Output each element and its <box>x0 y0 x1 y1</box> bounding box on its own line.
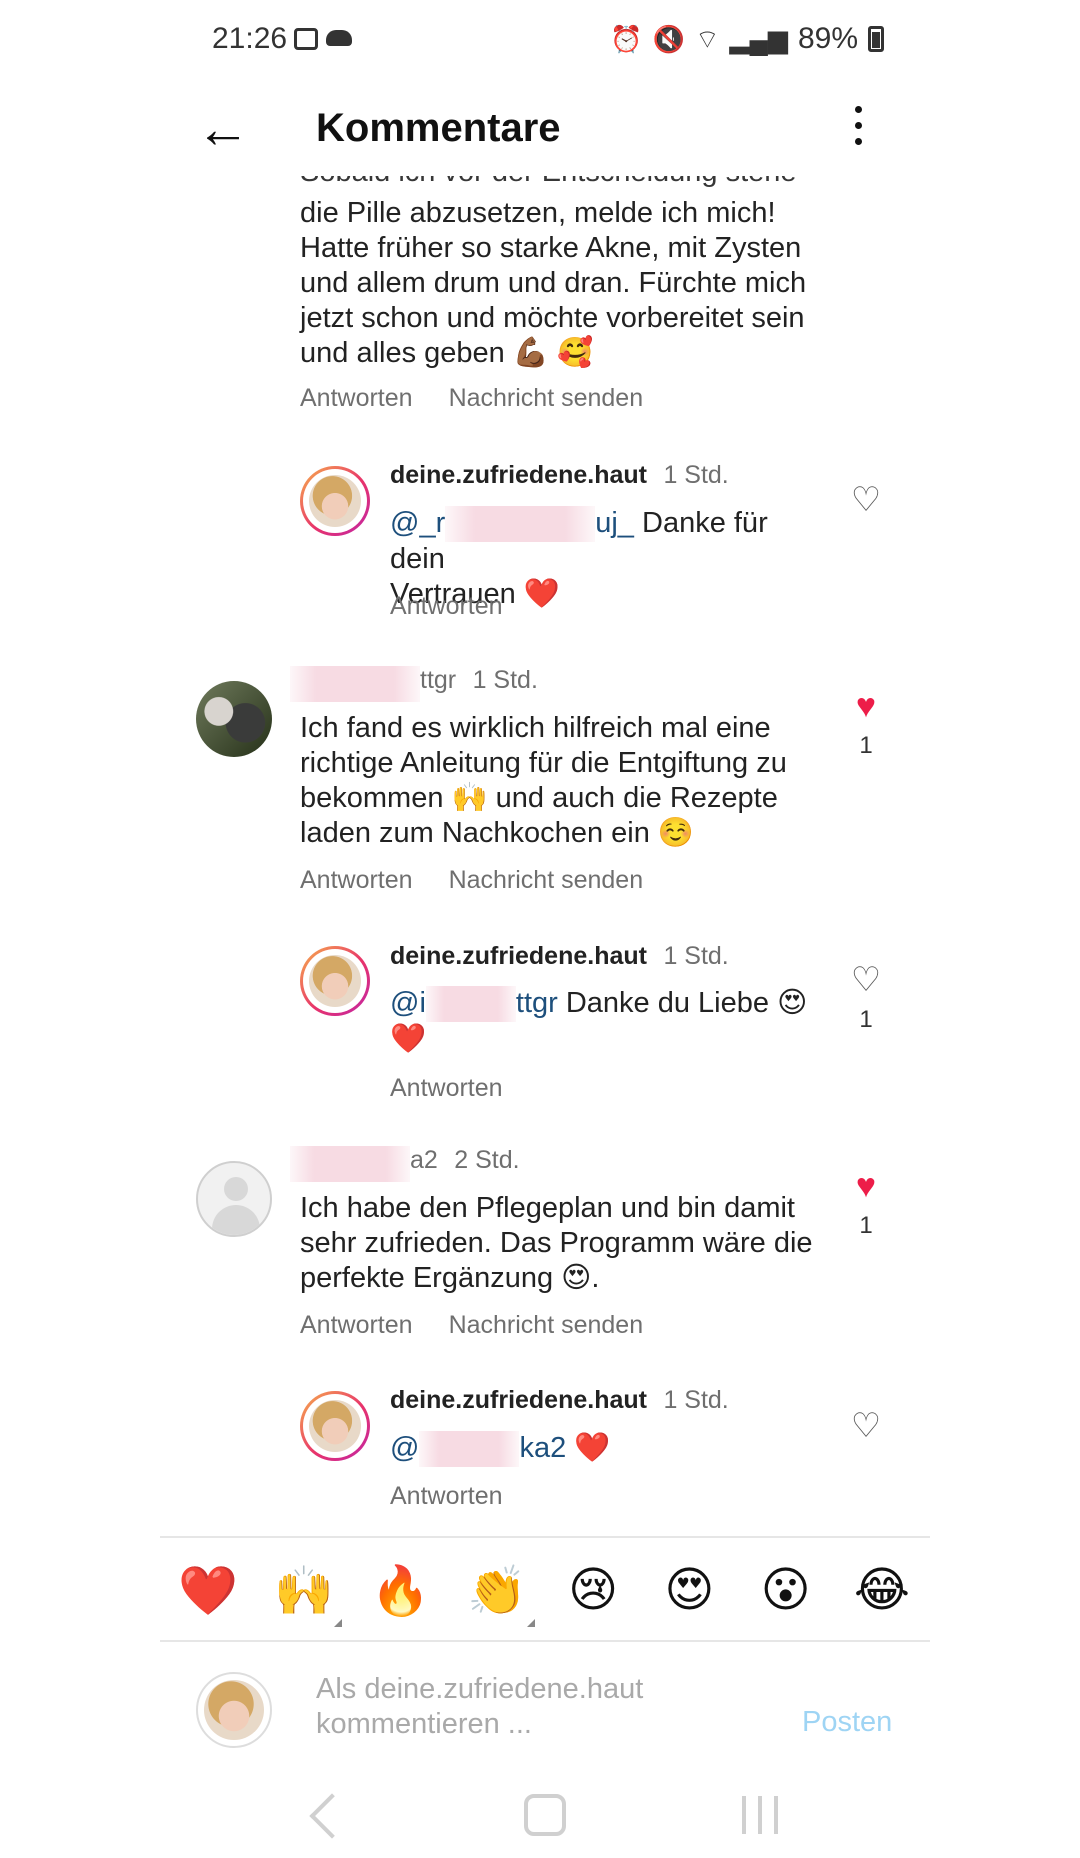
battery-icon <box>868 26 884 52</box>
comment-text: Ich habe den Pflegeplan und bin damit se… <box>300 1192 813 1294</box>
heart-outline-icon[interactable]: ♡ <box>846 480 886 520</box>
comment-header: deine.zufriedene.haut 1 Std. <box>390 461 729 490</box>
comment-actions: Antworten Nachricht senden <box>300 866 643 895</box>
alarm-icon: ⏰ <box>610 23 643 54</box>
header: ← Kommentare <box>0 84 1080 176</box>
emoji-clap[interactable]: 👏 <box>465 1562 535 1627</box>
heart-filled-icon[interactable]: ♥ <box>846 1166 886 1206</box>
timestamp: 2 Std. <box>454 1146 520 1175</box>
reply-actions: Antworten <box>390 1482 503 1511</box>
mention[interactable]: @ ka2 <box>390 1431 566 1468</box>
reply-text: @i ttgr Danke du Liebe 😍 ❤️ <box>390 986 808 1056</box>
emoji-quick-bar: ❤️ 🙌 🔥 👏 😢 😍 😮 😂 <box>160 1540 930 1640</box>
page-title: Kommentare <box>316 106 561 150</box>
back-nav-icon[interactable] <box>309 1793 355 1839</box>
reply-button[interactable]: Antworten <box>390 592 503 621</box>
wifi-icon: ⌔ <box>695 23 720 54</box>
avatar[interactable] <box>196 681 272 757</box>
emoji-fire[interactable]: 🔥 <box>369 1562 433 1619</box>
comment-text: die Pille abzusetzen, melde ich mich! Ha… <box>300 197 807 369</box>
post-button[interactable]: Posten <box>802 1706 892 1739</box>
comments-feed[interactable]: Sobald ich vor der Entscheidung stehe di… <box>0 176 1080 1536</box>
status-right: ⏰ 🔇 ⌔ ▂▄▆ 89% <box>610 22 884 56</box>
reply-button[interactable]: Antworten <box>300 1311 413 1340</box>
emoji-heart[interactable]: ❤️ <box>176 1562 240 1619</box>
username[interactable]: deine.zufriedene.haut <box>390 1386 647 1414</box>
gallery-icon <box>294 28 318 50</box>
home-nav-icon[interactable] <box>524 1794 566 1836</box>
heart-filled-icon[interactable]: ♥ <box>846 686 886 726</box>
cut-off-text: Sobald ich vor der Entscheidung stehe <box>300 176 797 189</box>
emoji-raised-hands[interactable]: 🙌 <box>272 1562 343 1627</box>
emoji-laughing[interactable]: 😂 <box>850 1562 914 1618</box>
comment-input[interactable]: Als deine.zufriedene.haut kommentieren .… <box>316 1672 656 1742</box>
comment-composer: Als deine.zufriedene.haut kommentieren .… <box>0 1648 1080 1758</box>
username[interactable]: deine.zufriedene.haut <box>390 461 647 489</box>
signal-icon: ▂▄▆ <box>729 23 788 54</box>
reply-button[interactable]: Antworten <box>390 1482 503 1511</box>
system-nav-bar <box>0 1790 1080 1858</box>
back-arrow-icon[interactable]: ← <box>196 102 250 156</box>
more-options-icon[interactable] <box>848 106 868 158</box>
reply-actions: Antworten <box>390 1074 503 1103</box>
like-count: 1 <box>859 1212 873 1239</box>
comment-header: a2 2 Std. <box>290 1146 520 1182</box>
username[interactable]: deine.zufriedene.haut <box>390 942 647 970</box>
status-bar: 21:26 ⏰ 🔇 ⌔ ▂▄▆ 89% <box>0 0 1080 84</box>
reply-button[interactable]: Antworten <box>300 384 413 413</box>
comment-header: ttgr 1 Std. <box>290 666 538 702</box>
timestamp: 1 Std. <box>663 942 729 970</box>
reply-actions: Antworten <box>390 592 503 621</box>
heart-outline-icon[interactable]: ♡ <box>846 960 886 1000</box>
reply-button[interactable]: Antworten <box>300 866 413 895</box>
timestamp: 1 Std. <box>663 461 729 489</box>
reply-button[interactable]: Antworten <box>390 1074 503 1103</box>
divider <box>160 1536 930 1538</box>
send-message-button[interactable]: Nachricht senden <box>449 1311 644 1340</box>
cloud-icon <box>326 30 352 46</box>
avatar[interactable] <box>300 466 370 536</box>
comment-actions: Antworten Nachricht senden <box>300 384 643 413</box>
avatar[interactable] <box>300 1391 370 1461</box>
comment-header: deine.zufriedene.haut 1 Std. <box>390 942 729 971</box>
divider <box>160 1640 930 1642</box>
mute-icon: 🔇 <box>652 23 686 54</box>
send-message-button[interactable]: Nachricht senden <box>449 866 644 895</box>
recents-nav-icon[interactable] <box>742 1796 778 1834</box>
timestamp: 1 Std. <box>663 1386 729 1414</box>
default-avatar-icon[interactable] <box>196 1161 272 1237</box>
battery-percent: 89% <box>797 22 858 55</box>
heart-outline-icon[interactable]: ♡ <box>846 1406 886 1446</box>
emoji-heart-eyes[interactable]: 😍 <box>657 1562 721 1618</box>
avatar[interactable] <box>300 946 370 1016</box>
comment-actions: Antworten Nachricht senden <box>300 1311 643 1340</box>
timestamp: 1 Std. <box>472 666 538 695</box>
mention[interactable]: @i ttgr <box>390 986 558 1023</box>
comment-text: Ich fand es wirklich hilfreich mal eine … <box>300 712 787 849</box>
comment-header: deine.zufriedene.haut 1 Std. <box>390 1386 729 1415</box>
emoji-surprised[interactable]: 😮 <box>754 1562 818 1618</box>
emoji-crying[interactable]: 😢 <box>561 1562 625 1618</box>
status-time: 21:26 <box>212 22 288 55</box>
own-avatar <box>196 1672 272 1748</box>
like-count: 1 <box>859 1006 873 1033</box>
send-message-button[interactable]: Nachricht senden <box>449 384 644 413</box>
reply-text: @ ka2 ❤️ <box>390 1431 820 1468</box>
like-count: 1 <box>859 732 873 759</box>
mention[interactable]: @_r uj_ <box>390 506 634 543</box>
